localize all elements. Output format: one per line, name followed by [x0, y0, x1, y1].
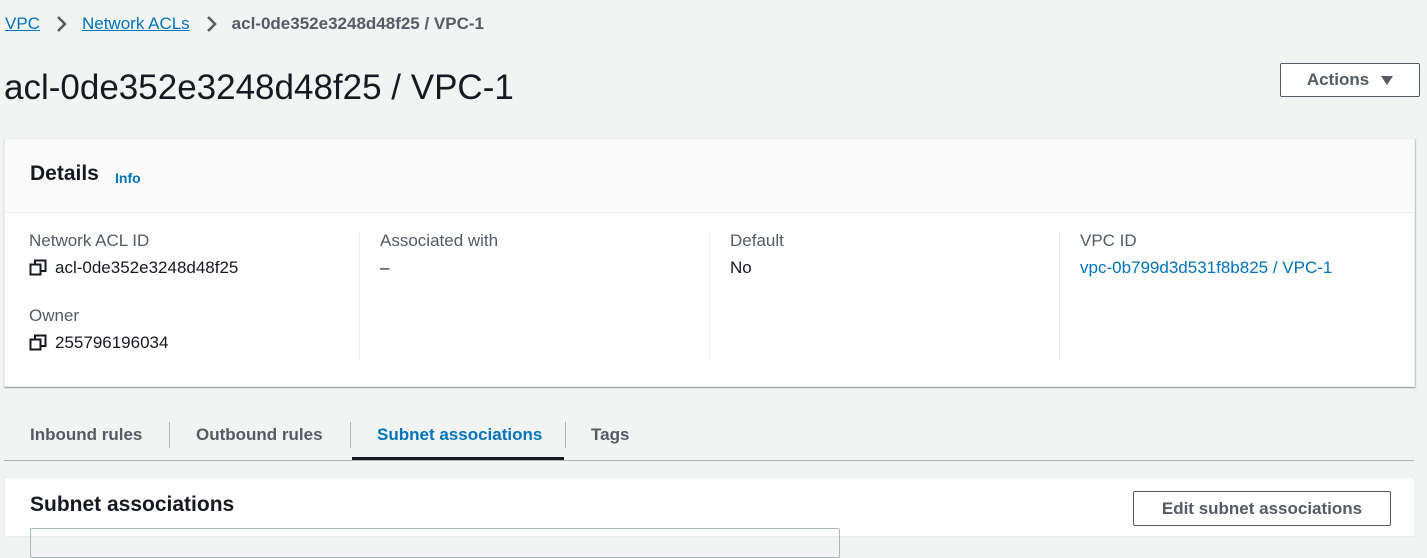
chevron-right-icon	[57, 16, 67, 32]
vpc-id-link[interactable]: vpc-0b799d3d531f8b825 / VPC-1	[1080, 258, 1332, 278]
vpc-id-label: VPC ID	[1080, 231, 1137, 250]
subnet-search-input[interactable]	[30, 528, 840, 558]
breadcrumb: VPC Network ACLs acl-0de352e3248d48f25 /…	[5, 14, 484, 34]
details-column-vpc: VPC ID vpc-0b799d3d531f8b825 / VPC-1	[1059, 231, 1400, 361]
tab-subnet-associations[interactable]: Subnet associations	[377, 410, 542, 460]
owner-value: 255796196034	[29, 333, 168, 353]
edit-subnet-associations-button[interactable]: Edit subnet associations	[1133, 491, 1391, 526]
page-title: acl-0de352e3248d48f25 / VPC-1	[4, 68, 514, 107]
tab-divider	[350, 422, 351, 448]
default-value: No	[730, 258, 752, 277]
details-column-associated: Associated with –	[359, 231, 710, 361]
active-tab-indicator	[352, 457, 564, 460]
chevron-right-icon	[206, 16, 217, 32]
tab-outbound-rules[interactable]: Outbound rules	[196, 410, 323, 460]
details-panel-header: Details Info	[5, 139, 1414, 213]
details-column-default: Default No	[709, 231, 1060, 361]
details-panel: Details Info Network ACL ID acl-0de352e3…	[4, 138, 1415, 387]
network-acl-id-value: acl-0de352e3248d48f25	[29, 258, 238, 278]
breadcrumb-network-acls-link[interactable]: Network ACLs	[82, 14, 190, 34]
details-column-acl: Network ACL ID acl-0de352e3248d48f25 Own…	[29, 231, 359, 361]
default-label: Default	[730, 231, 784, 250]
network-acl-id-text: acl-0de352e3248d48f25	[55, 258, 239, 277]
tab-divider	[169, 422, 170, 448]
network-acl-id-label: Network ACL ID	[29, 231, 150, 250]
associated-with-value: –	[380, 258, 390, 277]
copy-icon[interactable]	[29, 334, 47, 352]
info-link[interactable]: Info	[115, 170, 141, 186]
tab-tags[interactable]: Tags	[591, 410, 629, 460]
subnet-associations-panel: Subnet associations Edit subnet associat…	[4, 477, 1415, 558]
owner-label: Owner	[29, 306, 80, 325]
tab-divider	[565, 422, 566, 448]
actions-button-label: Actions	[1306, 70, 1370, 89]
subnet-associations-title: Subnet associations	[30, 493, 235, 516]
associated-with-label: Associated with	[380, 231, 499, 250]
details-title: Details	[30, 162, 99, 185]
tab-bar: Inbound rules Outbound rules Subnet asso…	[4, 410, 1414, 461]
caret-down-icon	[1381, 75, 1394, 85]
breadcrumb-vpc-link[interactable]: VPC	[5, 14, 40, 34]
copy-icon[interactable]	[29, 259, 47, 277]
tab-inbound-rules[interactable]: Inbound rules	[30, 410, 142, 460]
breadcrumb-current: acl-0de352e3248d48f25 / VPC-1	[231, 14, 484, 33]
actions-button[interactable]: Actions	[1280, 63, 1420, 97]
owner-text: 255796196034	[55, 333, 169, 352]
